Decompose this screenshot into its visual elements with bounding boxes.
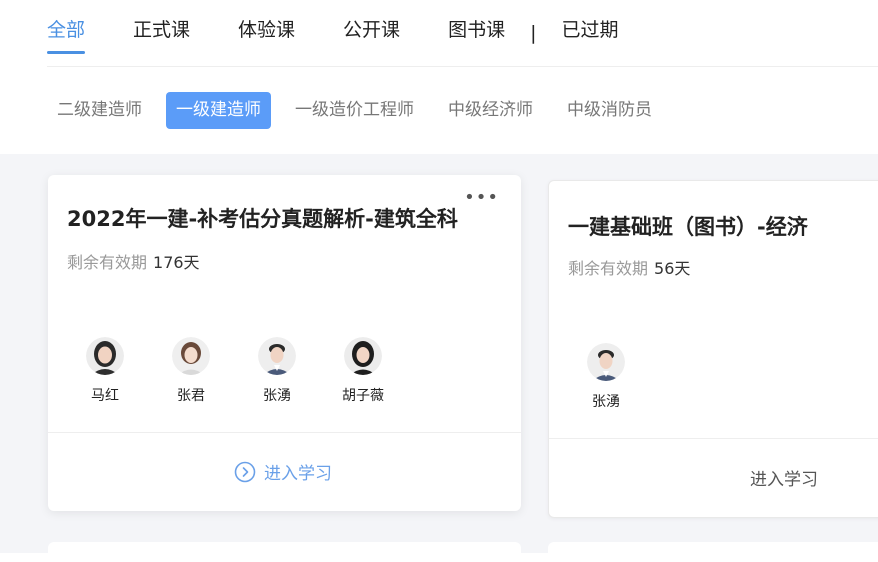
teacher-list: 马红 张君 张湧 胡子薇 [82,337,426,405]
course-title: 2022年一建-补考估分真题解析-建筑全科 [67,207,458,231]
teacher-avatar [172,337,210,375]
tab-formal[interactable]: 正式课 [133,0,190,66]
tab-expired[interactable]: 已过期 [561,0,618,66]
teacher-list: 张湧 [583,343,669,411]
teacher-avatar [587,343,625,381]
validity-value: 176天 [153,253,200,272]
subtab-intermediate-economist[interactable]: 中级经济师 [438,92,543,129]
validity-value: 56天 [654,259,691,278]
teacher: 胡子薇 [340,337,426,405]
subtab-first-class-cost-engineer[interactable]: 一级造价工程师 [285,92,424,129]
course-card[interactable]: 2022年一建-补考估分真题解析-建筑全科 ••• 剩余有效期 176天 马红 张… [48,175,521,511]
tab-book[interactable]: 图书课 [448,0,505,66]
enter-study-label: 进入学习 [750,470,818,490]
tab-public[interactable]: 公开课 [343,0,400,66]
tab-all[interactable]: 全部 [47,0,86,66]
tab-separator: | [530,22,537,44]
tab-trial[interactable]: 体验课 [238,0,295,66]
teacher: 马红 [82,337,168,405]
tabs-divider [47,66,878,67]
subtab-first-class-constructor[interactable]: 一级建造师 [166,92,271,129]
card-footer: 进入学习 [48,432,521,511]
teacher-name: 张湧 [263,388,291,404]
course-card-partial[interactable] [48,542,521,562]
teacher-avatar [86,337,124,375]
course-title: 一建基础班（图书）-经济 [568,215,808,239]
teacher-avatar [344,337,382,375]
teacher: 张湧 [254,337,340,405]
teacher-name: 张君 [177,388,205,404]
course-card-partial[interactable] [548,542,878,562]
validity-info: 剩余有效期 56天 [568,255,690,279]
teacher-name: 张湧 [592,394,620,410]
more-horizontal-icon[interactable]: ••• [464,189,499,207]
exam-category-tabs: 二级建造师 一级建造师 一级造价工程师 中级经济师 中级消防员 [47,92,676,129]
course-card[interactable]: 一建基础班（图书）-经济 剩余有效期 56天 张湧 进入学习 [548,180,878,518]
enter-study-label: 进入学习 [264,464,332,484]
card-footer: 进入学习 [549,438,878,517]
chevron-right-circle-icon [234,461,256,482]
enter-study-button[interactable]: 进入学习 [234,459,332,484]
validity-label: 剩余有效期 [67,253,148,272]
teacher: 张君 [168,337,254,405]
teacher: 张湧 [583,343,669,411]
validity-info: 剩余有效期 176天 [67,249,200,273]
teacher-avatar [258,337,296,375]
course-type-tabs: 全部 正式课 体验课 公开课 图书课 | 已过期 [47,0,667,66]
enter-study-button[interactable]: 进入学习 [750,465,818,490]
subtab-intermediate-firefighter[interactable]: 中级消防员 [557,92,662,129]
teacher-name: 胡子薇 [342,388,384,404]
teacher-name: 马红 [91,388,119,404]
validity-label: 剩余有效期 [568,259,649,278]
subtab-second-class-constructor[interactable]: 二级建造师 [47,92,152,129]
top-navigation: 全部 正式课 体验课 公开课 图书课 | 已过期 二级建造师 一级建造师 一级造… [0,0,878,154]
